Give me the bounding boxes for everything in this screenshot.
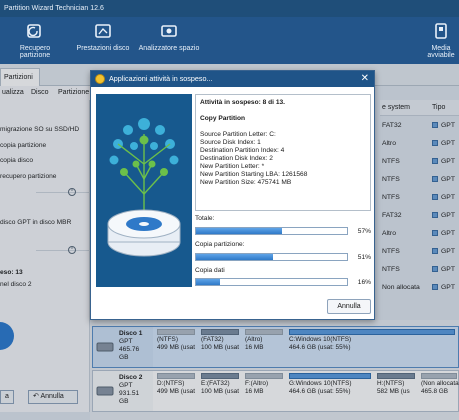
- recover-partition-label: Recupero partizione: [19, 45, 51, 59]
- dialog-title: Applicazioni attività in sospeso...: [91, 71, 374, 87]
- total-progress-label: Totale:: [195, 215, 215, 222]
- disk-tree-illustration: [96, 94, 192, 287]
- bootable-media-button[interactable]: Media avviabile: [420, 21, 459, 59]
- detail-line: Destination Disk Index: 2: [200, 155, 273, 162]
- copy-data-progress-bar: [195, 278, 348, 286]
- window-title: Partition Wizard Technician 12.6: [0, 0, 459, 17]
- disk-benchmark-icon: [95, 24, 111, 38]
- copy-partition-progress-percent: 51%: [357, 254, 371, 261]
- app-logo-icon: [95, 74, 105, 84]
- recover-partition-icon: [27, 24, 41, 38]
- ribbon-toolbar: Recupero partizione Prestazioni disco An…: [0, 17, 459, 64]
- bootable-media-icon: [435, 23, 447, 39]
- detail-line: Source Partition Letter: C:: [200, 131, 276, 138]
- disk-benchmark-button[interactable]: Prestazioni disco: [76, 21, 130, 52]
- detail-line: New Partition Size: 475741 MB: [200, 179, 292, 186]
- copy-data-progress-percent: 16%: [357, 279, 371, 286]
- tree-disk-icon: [107, 118, 181, 257]
- bootable-media-label: Media avviabile: [427, 45, 455, 59]
- space-analyzer-icon: [161, 25, 177, 37]
- copy-data-progress-label: Copia dati: [195, 267, 225, 274]
- detail-line: New Partition Starting LBA: 1261568: [200, 171, 308, 178]
- total-progress-bar: [195, 227, 348, 235]
- total-progress-percent: 57%: [357, 228, 371, 235]
- disk-benchmark-label: Prestazioni disco: [76, 45, 130, 52]
- copy-partition-progress-bar: [195, 253, 348, 261]
- operation-name: Copy Partition: [200, 115, 246, 122]
- pending-operations-dialog: Applicazioni attività in sospeso... ✕ At…: [90, 70, 375, 320]
- cancel-button[interactable]: Annulla: [327, 299, 371, 314]
- operation-details: Attività in sospeso: 8 di 13. Copy Parti…: [195, 94, 371, 211]
- detail-line: Destination Partition Index: 4: [200, 147, 285, 154]
- close-icon[interactable]: ✕: [361, 71, 369, 87]
- space-analyzer-label: Analizzatore spazio: [138, 45, 200, 52]
- space-analyzer-button[interactable]: Analizzatore spazio: [134, 21, 204, 52]
- detail-line: Source Disk Index: 1: [200, 139, 261, 146]
- detail-line: New Partition Letter: *: [200, 163, 265, 170]
- copy-partition-progress-label: Copia partizione:: [195, 241, 245, 248]
- pending-count: Attività in sospeso: 8 di 13.: [200, 99, 286, 106]
- recover-partition-button[interactable]: Recupero partizione: [4, 21, 66, 59]
